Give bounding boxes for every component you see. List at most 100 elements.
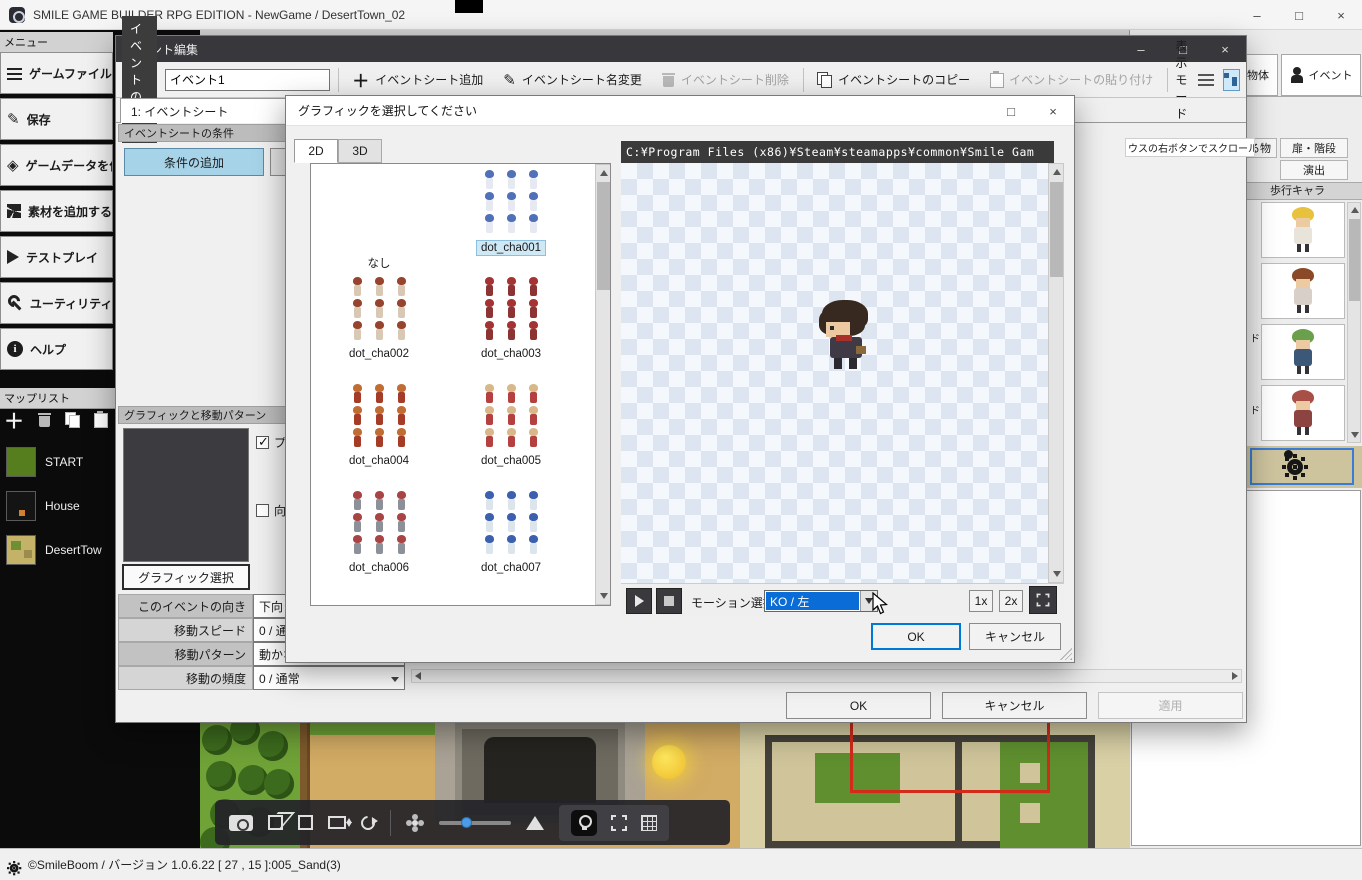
app-close-button[interactable]: × — [1320, 0, 1362, 30]
delete-sheet-button[interactable]: イベントシート削除 — [656, 70, 795, 89]
play-button[interactable] — [626, 588, 652, 614]
scroll-thumb[interactable] — [1050, 182, 1063, 277]
copy-sheet-button[interactable]: イベントシートのコピー — [811, 70, 976, 89]
list-view-button[interactable] — [1197, 69, 1215, 91]
event-name-input[interactable] — [165, 69, 330, 91]
walker-item[interactable] — [1261, 202, 1345, 258]
graphic-item-none[interactable]: なし — [313, 170, 445, 272]
paste-sheet-button[interactable]: イベントシートの貼り付け — [984, 70, 1159, 89]
move-frequency-dropdown[interactable]: 0 / 通常 — [253, 666, 405, 690]
app-maximize-button[interactable]: □ — [1278, 0, 1320, 30]
zoom-slider-thumb[interactable] — [461, 817, 472, 828]
event-window-titlebar[interactable]: イベント編集 – □ × — [116, 36, 1246, 62]
camera-icon[interactable] — [229, 815, 253, 831]
map-viewport[interactable] — [200, 723, 1130, 848]
close-button[interactable]: × — [1204, 36, 1246, 62]
graphic-item[interactable]: dot_cha003 — [445, 277, 577, 379]
preview-vertical-scrollbar[interactable] — [1048, 163, 1064, 583]
tree-view-button[interactable] — [1223, 69, 1240, 91]
walker-scrollbar[interactable] — [1347, 202, 1361, 443]
graphic-ok-button[interactable]: OK — [871, 623, 961, 650]
sidebar-item-save[interactable]: ✎ 保存 — [0, 98, 113, 140]
graphic-item[interactable]: dot_cha002 — [313, 277, 445, 379]
event-ok-button[interactable]: OK — [786, 692, 931, 719]
preview-checkbox[interactable] — [256, 436, 269, 449]
paste-icon — [990, 72, 1003, 87]
square-select-icon[interactable] — [298, 815, 313, 830]
gear-character-icon — [1282, 454, 1308, 480]
walker-item[interactable] — [1261, 324, 1345, 380]
graphic-item[interactable]: dot_cha004 — [313, 384, 445, 486]
scroll-thumb[interactable] — [1349, 219, 1360, 301]
wrench-icon — [7, 295, 23, 311]
tab-event[interactable]: イベント — [1281, 54, 1361, 96]
rotate-icon[interactable] — [361, 816, 375, 830]
sheet-tab[interactable]: 1: イベントシート — [120, 98, 288, 123]
walker-item[interactable] — [1261, 263, 1345, 319]
add-condition-button[interactable]: 条件の追加 — [124, 148, 264, 176]
scroll-down-arrow[interactable] — [1053, 571, 1061, 577]
sidebar-item-help[interactable]: i ヘルプ — [0, 328, 113, 370]
sidebar-item-add-material[interactable]: 素材を追加する — [0, 190, 113, 232]
zoom-1x-button[interactable]: 1x — [969, 590, 993, 612]
graphic-item[interactable]: dot_cha006 — [313, 491, 445, 593]
event-apply-button[interactable]: 適用 — [1098, 692, 1243, 719]
minimize-button[interactable]: – — [1120, 36, 1162, 62]
sidebar-item-utility[interactable]: ユーティリティ — [0, 282, 113, 324]
light-toggle-button[interactable] — [571, 810, 597, 836]
cube-icon[interactable] — [268, 815, 283, 830]
scroll-left-arrow[interactable] — [415, 672, 421, 680]
list-view-icon — [1198, 74, 1214, 86]
delete-map-button[interactable] — [38, 412, 51, 427]
scroll-down-arrow[interactable] — [1351, 432, 1359, 438]
fullscreen-icon[interactable] — [611, 815, 627, 831]
sprite-preview-area[interactable] — [621, 163, 1048, 583]
add-map-button[interactable]: ＋ — [4, 405, 24, 434]
graphic-window-titlebar[interactable]: グラフィックを選択してください □ × — [286, 96, 1074, 126]
map-thumbnail — [6, 447, 36, 477]
resize-grip[interactable] — [1060, 648, 1072, 660]
sidebar-item-gamefile[interactable]: ゲームファイル — [0, 52, 113, 94]
mountain-icon[interactable] — [526, 816, 544, 830]
map-thumbnail — [6, 535, 36, 565]
scroll-up-arrow[interactable] — [1351, 207, 1359, 213]
flower-icon[interactable] — [406, 814, 424, 832]
category-effect[interactable]: 演出 — [1280, 160, 1348, 180]
preview-fullscreen-button[interactable] — [1029, 586, 1057, 614]
sidebar-item-testplay[interactable]: テストプレイ — [0, 236, 113, 278]
stop-button[interactable] — [656, 588, 682, 614]
zoom-2x-button[interactable]: 2x — [999, 590, 1023, 612]
category-door-stairs[interactable]: 扉・階段 — [1280, 138, 1348, 158]
setting-label: 移動の頻度 — [118, 666, 253, 690]
walker-item[interactable] — [1261, 385, 1345, 441]
zoom-slider[interactable] — [439, 821, 511, 825]
close-button[interactable]: × — [1032, 96, 1074, 126]
app-minimize-button[interactable]: – — [1236, 0, 1278, 30]
copy-map-button[interactable] — [65, 412, 80, 427]
add-sheet-button[interactable]: ＋ イベントシート追加 — [346, 66, 489, 93]
scroll-right-arrow[interactable] — [1232, 672, 1238, 680]
graphic-item[interactable]: dot_cha001 — [445, 170, 577, 272]
app-title: SMILE GAME BUILDER RPG EDITION - NewGame… — [33, 8, 405, 22]
maximize-button[interactable]: □ — [990, 96, 1032, 126]
graphic-item[interactable]: dot_cha005 — [445, 384, 577, 486]
graphic-cancel-button[interactable]: キャンセル — [969, 623, 1061, 650]
graphic-item[interactable]: dot_cha007 — [445, 491, 577, 593]
screen-rotate-icon[interactable] — [328, 816, 346, 829]
grid-icon[interactable] — [641, 815, 657, 831]
direction-checkbox[interactable] — [256, 504, 269, 517]
sheet-horizontal-scrollbar[interactable] — [411, 669, 1242, 683]
motion-dropdown[interactable]: KO / 左 — [764, 590, 878, 612]
tab-3d[interactable]: 3D — [338, 139, 382, 163]
scroll-thumb[interactable] — [597, 182, 610, 290]
graphic-select-button[interactable]: グラフィック選択 — [122, 564, 250, 590]
event-cancel-button[interactable]: キャンセル — [942, 692, 1087, 719]
scroll-up-arrow[interactable] — [1053, 169, 1061, 175]
scroll-up-arrow[interactable] — [600, 170, 608, 176]
tab-2d[interactable]: 2D — [294, 139, 338, 163]
paste-map-button[interactable] — [94, 412, 107, 427]
graphic-list-scrollbar[interactable] — [595, 164, 611, 605]
scroll-down-arrow[interactable] — [600, 593, 608, 599]
sidebar-item-gamedata[interactable]: ◈ ゲームデータを作 — [0, 144, 113, 186]
rename-sheet-button[interactable]: ✎ イベントシート名変更 — [497, 70, 648, 90]
